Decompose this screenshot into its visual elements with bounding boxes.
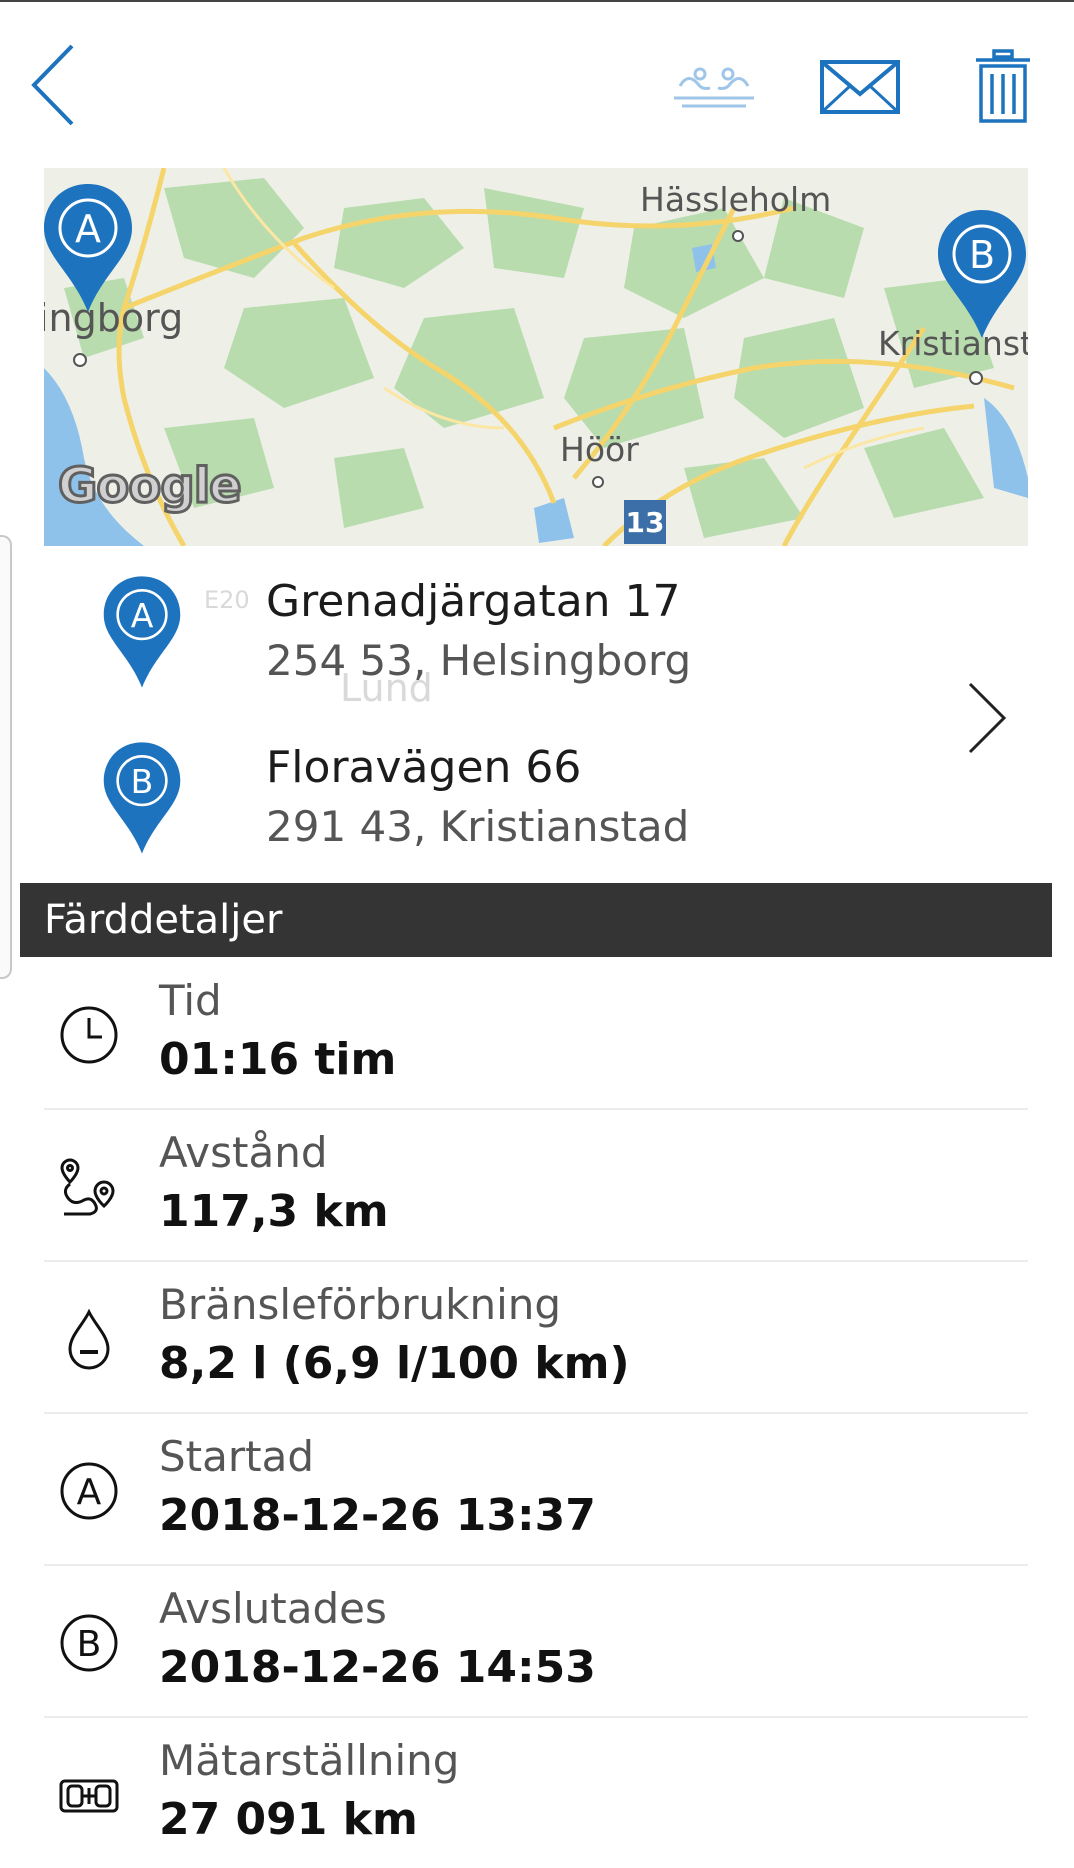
fuel-drop-icon: [68, 1308, 110, 1370]
trash-icon: [976, 49, 1030, 123]
detail-label: Avstånd: [159, 1128, 328, 1177]
map-pin-b[interactable]: B: [936, 208, 1028, 340]
detail-label: Avslutades: [159, 1584, 387, 1633]
end-street: Floravägen 66: [266, 742, 582, 793]
detail-value: 01:16 tim: [159, 1034, 397, 1085]
detail-row-fuel: Bränsleförbrukning 8,2 l (6,9 l/100 km): [44, 1262, 1028, 1414]
detail-label: Startad: [159, 1432, 314, 1481]
car-share-button[interactable]: [670, 56, 758, 116]
start-street: Grenadjärgatan 17: [266, 576, 681, 627]
detail-label: Mätarställning: [159, 1736, 460, 1785]
map-label-hoor: Höör: [560, 430, 639, 469]
map-label-hassleholm: Hässleholm: [640, 180, 832, 219]
chevron-left-icon: [31, 44, 74, 126]
end-b-letter: B: [77, 1624, 102, 1665]
detail-row-odometer: Mätarställning 27 091 km: [44, 1718, 1028, 1868]
detail-row-distance: Avstånd 117,3 km: [44, 1110, 1028, 1262]
detail-value: 2018-12-26 13:37: [159, 1490, 596, 1541]
clock-icon: [60, 1006, 118, 1064]
start-a-letter: A: [77, 1472, 102, 1513]
route-map[interactable]: Hässleholm ingborg Kristianst Höör 13 Go…: [44, 168, 1028, 546]
route-summary-card[interactable]: Lund E20 A Grenadjärgatan 17 254 53, Hel…: [44, 546, 1028, 882]
detail-label: Bränsleförbrukning: [159, 1280, 562, 1329]
detail-value: 2018-12-26 14:53: [159, 1642, 596, 1693]
google-logo: Google: [57, 457, 244, 516]
detail-value: 8,2 l (6,9 l/100 km): [159, 1338, 630, 1389]
detail-value: 27 091 km: [159, 1794, 418, 1845]
detail-label: Tid: [159, 976, 222, 1025]
chevron-right-icon[interactable]: [964, 680, 1008, 756]
start-pin-icon: A: [103, 576, 181, 688]
start-pin-letter: A: [131, 596, 154, 635]
mail-icon: [820, 60, 900, 114]
map-pin-a-letter: A: [75, 207, 101, 251]
map-pin-a[interactable]: A: [44, 182, 134, 314]
mail-button[interactable]: [818, 56, 902, 118]
car-share-icon: [674, 67, 754, 108]
end-b-icon: B: [60, 1614, 118, 1672]
detail-row-started: A Startad 2018-12-26 13:37: [44, 1414, 1028, 1566]
detail-value: 117,3 km: [159, 1186, 389, 1237]
delete-button[interactable]: [974, 48, 1032, 124]
road-number-badge: 13: [624, 500, 666, 544]
top-toolbar: [0, 2, 1074, 166]
start-city: 254 53, Helsingborg: [266, 636, 692, 685]
end-city: 291 43, Kristianstad: [266, 802, 690, 851]
start-a-icon: A: [60, 1462, 118, 1520]
drawer-handle[interactable]: [0, 535, 12, 979]
section-header-trip-details: Färddetaljer: [20, 883, 1052, 957]
end-pin-icon: B: [103, 742, 181, 854]
route-distance-icon: [60, 1158, 115, 1216]
route-end: B Floravägen 66 291 43, Kristianstad: [44, 712, 944, 862]
detail-row-ended: B Avslutades 2018-12-26 14:53: [44, 1566, 1028, 1718]
odometer-icon: [59, 1779, 119, 1813]
route-start: A Grenadjärgatan 17 254 53, Helsingborg: [44, 546, 944, 696]
detail-row-time: Tid 01:16 tim: [44, 958, 1028, 1110]
map-pin-b-letter: B: [969, 233, 995, 277]
trip-details-list: Tid 01:16 tim Avstånd 117,3 km Bränslefö…: [44, 958, 1028, 1868]
end-pin-letter: B: [131, 762, 154, 801]
back-button[interactable]: [28, 40, 84, 130]
